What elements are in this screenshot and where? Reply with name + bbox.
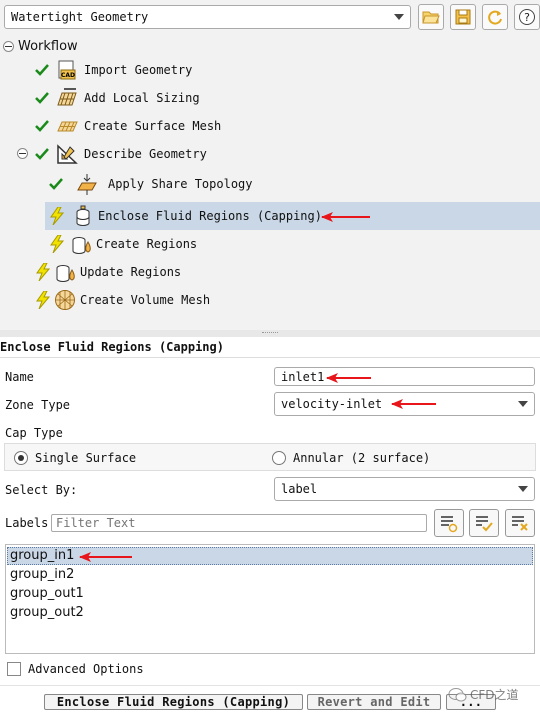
select-by-select[interactable]: label	[274, 477, 535, 501]
tree-item-label: Create Regions	[96, 237, 198, 251]
name-label: Name	[5, 370, 34, 384]
tree-root-label: Workflow	[18, 39, 78, 54]
panel-title: Enclose Fluid Regions (Capping)	[0, 340, 224, 354]
collapse-icon[interactable]	[3, 41, 14, 52]
tree-item-label: Describe Geometry	[84, 147, 207, 161]
folder-open-icon	[422, 11, 440, 24]
wechat-icon	[448, 687, 467, 701]
chevron-down-icon	[394, 14, 404, 20]
open-button[interactable]	[418, 4, 444, 30]
chevron-down-icon	[518, 486, 528, 492]
radio-selected-icon	[14, 451, 28, 465]
lightning-icon	[36, 263, 50, 281]
zone-type-value: velocity-inlet	[281, 397, 383, 411]
cap-annular-label: Annular (2 surface)	[293, 451, 431, 465]
cap-type-annular-radio[interactable]: Annular (2 surface)	[272, 451, 430, 465]
volume-mesh-icon	[55, 290, 75, 310]
svg-text:CAD: CAD	[61, 72, 75, 79]
check-icon	[35, 92, 49, 104]
help-button[interactable]: ?	[514, 4, 540, 30]
local-sizing-icon	[57, 88, 77, 106]
advanced-options-label: Advanced Options	[28, 662, 144, 676]
splitter-grip-icon	[262, 332, 278, 335]
tree-item-add-local-sizing[interactable]: Add Local Sizing	[34, 84, 200, 112]
describe-geometry-icon	[57, 144, 78, 164]
tree-item-describe-geometry[interactable]: Describe Geometry	[34, 140, 207, 168]
cap-single-label: Single Surface	[35, 451, 137, 465]
list-item[interactable]: group_in1	[10, 548, 74, 563]
refresh-button[interactable]	[482, 4, 508, 30]
save-button[interactable]	[450, 4, 476, 30]
tree-item-label: Create Volume Mesh	[80, 293, 211, 307]
tree-item-create-regions[interactable]: Create Regions	[50, 230, 197, 258]
list-item[interactable]: group_in2	[10, 567, 74, 582]
check-icon	[49, 178, 63, 190]
check-icon	[35, 148, 49, 160]
annotation-arrow	[79, 552, 132, 562]
tree-item-label: Create Surface Mesh	[84, 119, 222, 133]
check-icon	[35, 64, 49, 76]
update-regions-icon	[56, 265, 75, 282]
select-all-button[interactable]	[469, 509, 499, 537]
lightning-icon	[50, 207, 64, 225]
select-by-label: Select By:	[5, 483, 78, 497]
workflow-select-value: Watertight Geometry	[11, 10, 149, 24]
tree-item-label: Add Local Sizing	[84, 91, 200, 105]
watermark-text: CFD之道	[470, 688, 519, 702]
help-icon: ?	[519, 9, 535, 25]
refresh-icon	[488, 10, 502, 25]
name-field[interactable]: inlet1	[274, 367, 535, 386]
tree-item-label: Apply Share Topology	[108, 177, 253, 191]
deselect-all-button[interactable]	[505, 509, 535, 537]
filter-text-input[interactable]	[51, 514, 427, 532]
tree-item-label: Enclose Fluid Regions (Capping)	[98, 209, 322, 223]
chevron-down-icon	[518, 401, 528, 407]
radio-unselected-icon	[272, 451, 286, 465]
list-item[interactable]: group_out2	[10, 605, 84, 620]
lightning-icon	[50, 235, 64, 253]
check-icon	[35, 120, 49, 132]
list-item[interactable]: group_out1	[10, 586, 84, 601]
deselect-all-icon	[512, 516, 528, 531]
surface-mesh-icon	[57, 121, 78, 132]
annotation-arrow	[321, 212, 370, 222]
regions-icon	[72, 237, 91, 254]
tree-item-enclose-fluid-regions[interactable]: Enclose Fluid Regions (Capping)	[50, 202, 322, 230]
filter-list-icon	[441, 516, 458, 533]
workflow-select[interactable]: Watertight Geometry	[4, 5, 411, 29]
collapse-icon[interactable]	[17, 148, 28, 159]
select-all-icon	[476, 516, 493, 532]
cap-type-single-radio[interactable]: Single Surface	[14, 451, 136, 465]
annotation-arrow	[391, 399, 436, 409]
tree-item-create-surface-mesh[interactable]: Create Surface Mesh	[34, 112, 221, 140]
capping-icon	[76, 205, 90, 226]
tree-item-label: Import Geometry	[84, 63, 193, 77]
cap-type-label: Cap Type	[5, 426, 63, 440]
annotation-arrow	[326, 373, 371, 383]
tree-item-label: Update Regions	[80, 265, 182, 279]
save-icon	[455, 9, 471, 25]
enclose-fluid-regions-button[interactable]: Enclose Fluid Regions (Capping)	[44, 694, 303, 710]
name-value: inlet1	[281, 369, 325, 384]
labels-label: Labels	[5, 516, 49, 530]
zone-type-label: Zone Type	[5, 398, 71, 412]
cad-import-icon: CAD	[58, 60, 76, 80]
tree-item-update-regions[interactable]: Update Regions	[36, 258, 181, 286]
tree-item-import-geometry[interactable]: CAD Import Geometry	[34, 56, 192, 84]
checkbox-unchecked-icon	[7, 662, 21, 676]
select-by-value: label	[281, 482, 318, 496]
svg-text:?: ?	[524, 11, 530, 24]
select-matching-button[interactable]	[434, 509, 464, 537]
revert-and-edit-button[interactable]: Revert and Edit	[307, 694, 441, 710]
lightning-icon	[36, 291, 50, 309]
divider	[0, 357, 540, 358]
tree-item-apply-share-topology[interactable]: Apply Share Topology	[48, 170, 253, 198]
share-topology-icon	[77, 174, 97, 195]
watermark: CFD之道	[448, 686, 519, 703]
tree-item-create-volume-mesh[interactable]: Create Volume Mesh	[36, 286, 210, 314]
advanced-options-checkbox[interactable]: Advanced Options	[7, 662, 144, 676]
